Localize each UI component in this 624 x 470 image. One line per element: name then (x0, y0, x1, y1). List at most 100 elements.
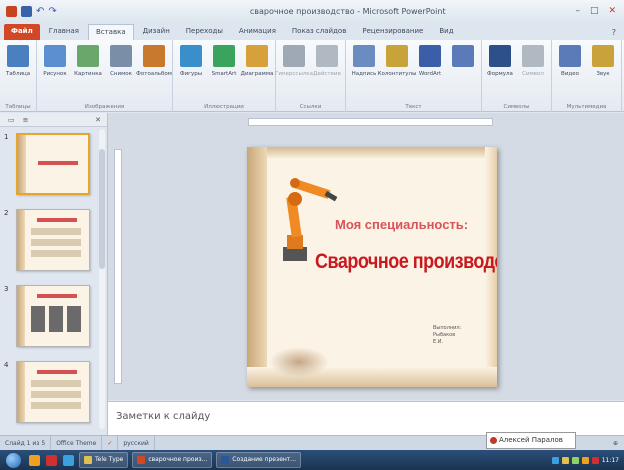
outline-tab-icon[interactable]: ≡ (23, 116, 29, 124)
save-icon[interactable] (21, 5, 32, 17)
ribbon-button-label: Действие (313, 71, 341, 77)
tray-icon[interactable] (561, 456, 569, 464)
ribbon-button[interactable] (448, 43, 478, 99)
ribbon-group-label: Мультимедиа (566, 104, 607, 110)
tray-icon[interactable] (571, 456, 579, 464)
ribbon-button-icon (7, 45, 29, 67)
ribbon-group-label: Иллюстрации (204, 104, 244, 110)
title-bar: ↶ ↷ сварочное производство - Microsoft P… (0, 0, 624, 22)
slide-decoration-top (247, 147, 497, 159)
pane-close-icon[interactable]: ✕ (95, 116, 101, 124)
author-line: Выполнил: (433, 325, 462, 331)
theme-name[interactable]: Office Theme (51, 435, 103, 451)
slides-scrollbar[interactable] (99, 129, 105, 429)
slide-title[interactable]: Сварочное производство (315, 249, 497, 274)
tab-2[interactable]: Вставка (87, 24, 134, 40)
slides-tab-icon[interactable]: ▭ (8, 116, 15, 124)
taskbar-task[interactable]: сварочное произ... (132, 452, 213, 468)
ribbon-button-label: Рисунок (43, 71, 67, 77)
taskbar-task[interactable]: Создание презент... (216, 452, 302, 468)
ribbon-button[interactable]: Снимок (106, 43, 136, 99)
ribbon-group: Рисунок Картинка Снимок Фотоальбом Изображен… (37, 40, 173, 112)
ribbon-button-icon (143, 45, 165, 67)
slide-thumbnail[interactable] (16, 209, 90, 271)
scrollbar-thumb[interactable] (99, 149, 105, 269)
pinned-media-icon[interactable] (63, 454, 74, 466)
slide-thumbnail-row[interactable]: 1 (0, 133, 100, 201)
clock[interactable]: 11:17 (602, 457, 619, 464)
slide-thumbnail[interactable] (16, 133, 90, 195)
slide-thumbnail[interactable] (16, 285, 90, 347)
ribbon-button-label: Снимок (110, 71, 132, 77)
tab-4[interactable]: Переходы (179, 24, 230, 40)
ribbon-button[interactable]: Символ (518, 43, 548, 99)
slide-thumbnail-row[interactable]: 2 (0, 209, 100, 277)
quick-access-toolbar: ↶ ↷ (0, 5, 120, 17)
tray-icon[interactable] (591, 456, 599, 464)
ribbon-button[interactable]: Гиперссылка (275, 43, 313, 99)
slide-thumbnail[interactable] (16, 361, 90, 423)
undo-icon[interactable]: ↶ (36, 6, 44, 17)
tab-6[interactable]: Показ слайдов (285, 24, 353, 40)
ribbon-button[interactable]: Действие (312, 43, 342, 99)
language-indicator[interactable]: русский (118, 435, 155, 451)
current-slide[interactable]: Моя специальность: Сварочное производств… (247, 147, 497, 387)
author-line: Рыбаков (433, 332, 456, 338)
ribbon-button[interactable]: Таблица (3, 43, 33, 99)
close-icon[interactable]: ✕ (608, 6, 616, 16)
ribbon-button[interactable]: Фигуры (176, 43, 206, 99)
taskbar-task[interactable]: Tele Туре (79, 452, 129, 468)
slide-subtitle[interactable]: Моя специальность: (335, 217, 468, 232)
powerpoint-app-icon[interactable] (6, 5, 17, 17)
ribbon-button[interactable]: Фотоальбом (136, 43, 172, 99)
notes-pane[interactable]: Заметки к слайду (108, 401, 624, 435)
ribbon-button[interactable]: Видео (555, 43, 585, 99)
ribbon: Таблица Таблицы Рисунок Картинка Снимок Фотоа… (0, 40, 624, 112)
ribbon-button[interactable]: Формула (485, 43, 515, 99)
ribbon-button-label: Фотоальбом (136, 71, 172, 77)
tab-1[interactable]: Главная (42, 24, 86, 40)
pinned-browser-icon[interactable] (46, 454, 57, 466)
ribbon-button[interactable]: Диаграмма (241, 43, 273, 99)
ribbon-button-icon (77, 45, 99, 67)
slide-author[interactable]: Выполнил: Рыбаков Е.И. (433, 325, 461, 346)
ribbon-group: Гиперссылка Действие Ссылки (275, 40, 346, 112)
slide-number: 4 (4, 361, 9, 369)
tab-5[interactable]: Анимация (232, 24, 283, 40)
ribbon-button[interactable]: Картинка (73, 43, 103, 99)
slide-thumbnail-row[interactable]: 4 (0, 361, 100, 429)
zoom-fit-icon[interactable]: ⊕ (613, 440, 624, 447)
help-icon[interactable]: ? (604, 25, 624, 40)
ribbon-group: Видео Звук Мультимедиа (552, 40, 622, 112)
slide-decoration-left (247, 147, 267, 387)
minimize-icon[interactable]: – (575, 6, 580, 16)
ribbon-button[interactable]: Надпись (349, 43, 379, 99)
ribbon-button[interactable]: Колонтитулы (378, 43, 416, 99)
ribbon-button[interactable]: WordArt (415, 43, 445, 99)
popup-user-name: Алексей Паралов (499, 436, 563, 444)
pinned-explorer-icon[interactable] (29, 454, 40, 466)
task-app-icon (137, 456, 146, 464)
tray-icon[interactable] (581, 456, 589, 464)
tab-7[interactable]: Рецензирование (355, 24, 430, 40)
start-button[interactable] (0, 450, 26, 470)
tab-0[interactable]: Файл (4, 24, 40, 40)
ribbon-group-label: Таблицы (5, 104, 31, 110)
tray-icon[interactable] (551, 456, 559, 464)
ribbon-button[interactable]: SmartArt (209, 43, 239, 99)
ribbon-button-icon (44, 45, 66, 67)
windows-logo-icon (5, 452, 21, 468)
ribbon-button[interactable]: Звук (588, 43, 618, 99)
redo-icon[interactable]: ↷ (48, 6, 56, 17)
ribbon-button-label: Гиперссылка (275, 71, 313, 77)
ribbon-group: Формула Символ Символы (482, 40, 552, 112)
user-notification-popup[interactable]: Алексей Паралов (486, 432, 576, 449)
ribbon-button-label: Картинка (74, 71, 102, 77)
spellcheck-icon[interactable]: ✓ (102, 435, 119, 451)
maximize-icon[interactable]: □ (590, 6, 599, 16)
ribbon-button[interactable]: Рисунок (40, 43, 70, 99)
tab-8[interactable]: Вид (432, 24, 460, 40)
slide-thumbnail-row[interactable]: 3 (0, 285, 100, 353)
ribbon-button-icon (316, 45, 338, 67)
tab-3[interactable]: Дизайн (136, 24, 177, 40)
